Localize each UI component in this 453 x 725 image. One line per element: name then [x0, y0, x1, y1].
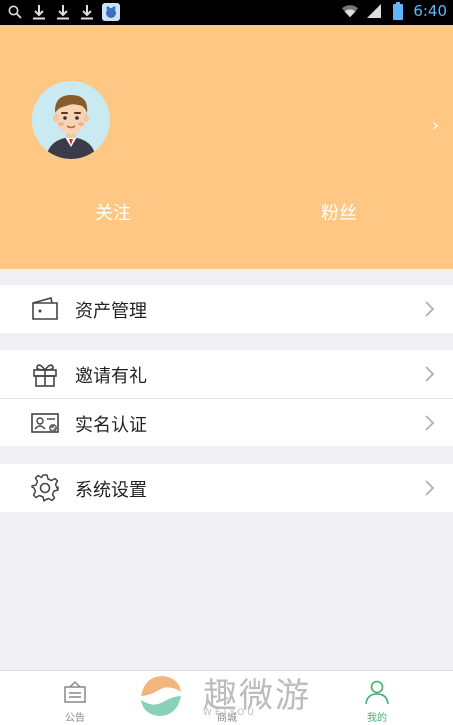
menu-item-label: 系统设置	[75, 480, 147, 501]
gear-icon	[30, 473, 60, 503]
chevron-right-icon	[419, 413, 439, 433]
signal-icon	[365, 2, 383, 20]
tab-mine[interactable]: 我的	[332, 671, 422, 725]
notice-icon	[62, 679, 88, 705]
tab-label: 公告	[65, 713, 85, 724]
bottom-tab-bar: 公告 商城 我的	[0, 670, 453, 725]
menu-group-assets: 资产管理	[0, 285, 453, 333]
wifi-icon	[341, 2, 359, 20]
fans-stat[interactable]: 粉丝	[279, 199, 399, 225]
chevron-right-icon	[419, 364, 439, 384]
follow-stat[interactable]: 关注	[53, 199, 173, 225]
user-icon	[364, 679, 390, 705]
menu-item-settings[interactable]: 系统设置	[0, 464, 453, 512]
menu-item-invite[interactable]: 邀请有礼	[0, 350, 453, 398]
menu-group-settings: 系统设置	[0, 464, 453, 512]
search-icon	[6, 3, 24, 21]
menu-item-realname[interactable]: 实名认证	[0, 398, 453, 446]
app-notification-icon	[102, 3, 120, 21]
id-card-icon	[30, 408, 60, 438]
chevron-right-icon	[419, 299, 439, 319]
menu-item-assets[interactable]: 资产管理	[0, 285, 453, 333]
profile-arrow-icon[interactable]: ›	[432, 115, 439, 136]
status-time: 6:40	[413, 2, 447, 20]
battery-icon	[389, 2, 407, 20]
tab-label: 我的	[367, 713, 387, 724]
tab-notice[interactable]: 公告	[30, 671, 120, 725]
gift-icon	[30, 359, 60, 389]
menu-group-social: 邀请有礼 实名认证	[0, 350, 453, 446]
status-bar-left	[6, 3, 120, 21]
avatar[interactable]	[32, 81, 110, 159]
tab-shop[interactable]: 商城	[182, 671, 272, 725]
tab-label: 商城	[217, 713, 237, 724]
status-bar-right: 6:40	[341, 2, 447, 20]
download-icon	[54, 3, 72, 21]
download-icon	[78, 3, 96, 21]
wallet-icon	[30, 294, 60, 324]
menu-item-label: 资产管理	[75, 301, 147, 322]
menu-item-label: 实名认证	[75, 415, 147, 436]
profile-header[interactable]: › 关注 粉丝	[0, 25, 453, 269]
chevron-right-icon	[419, 478, 439, 498]
status-bar: 6:40	[0, 0, 453, 25]
menu-item-label: 邀请有礼	[75, 366, 147, 387]
download-icon	[30, 3, 48, 21]
